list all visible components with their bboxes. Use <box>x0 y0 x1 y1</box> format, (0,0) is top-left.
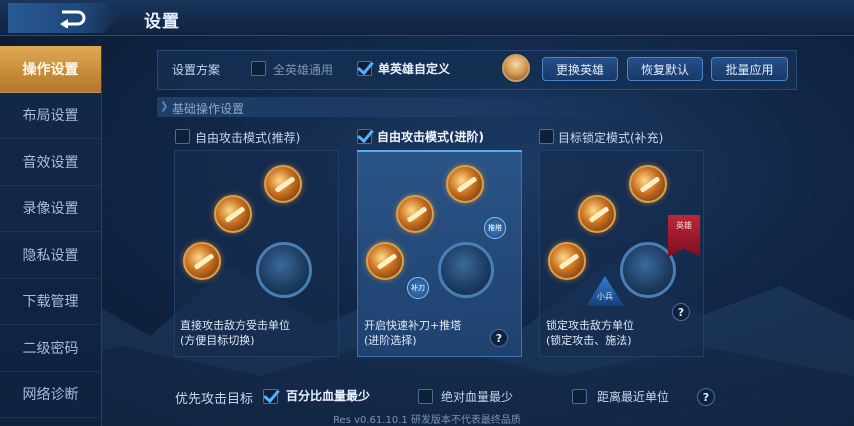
batch-apply-button[interactable]: 批量应用 <box>711 57 788 81</box>
sidebar-item-secondary-password[interactable]: 二级密码 <box>0 325 101 372</box>
all-heroes-label[interactable]: 全英雄通用 <box>273 61 333 78</box>
version-footer: Res v0.61.10.1 研发版本不代表最终品质 <box>333 415 521 426</box>
priority-nearest-label[interactable]: 距离最近单位 <box>597 388 669 405</box>
last-hit-icon: 补刀 <box>407 277 429 299</box>
sidebar-item-sound[interactable]: 音效设置 <box>0 139 101 186</box>
hero-avatar[interactable] <box>502 54 530 82</box>
card-2-desc-line1: 开启快速补刀+推塔 <box>364 319 462 332</box>
mode-free-recommended-checkbox[interactable] <box>175 129 190 144</box>
priority-absolute-hp-checkbox[interactable] <box>418 389 433 404</box>
mode-free-recommended-title[interactable]: 自由攻击模式(推荐) <box>195 129 300 146</box>
restore-default-button[interactable]: 恢复默认 <box>627 57 703 81</box>
sidebar-item-recording[interactable]: 录像设置 <box>0 186 101 232</box>
sidebar-item-downloads[interactable]: 下载管理 <box>0 279 101 325</box>
top-bar: 设置 <box>0 0 854 36</box>
card-1-desc-line1: 直接攻击敌方受击单位 <box>180 319 290 332</box>
chevron-right-icon: ❯ <box>160 101 169 112</box>
priority-percent-hp-label[interactable]: 百分比血量最少 <box>286 387 370 404</box>
priority-label: 优先攻击目标 <box>175 392 254 407</box>
priority-nearest-checkbox[interactable] <box>572 389 587 404</box>
mode-target-lock-checkbox[interactable] <box>539 129 554 144</box>
all-heroes-checkbox[interactable] <box>251 61 266 76</box>
sidebar: 操作设置 布局设置 音效设置 录像设置 隐私设置 下载管理 二级密码 网络诊断 <box>0 46 102 426</box>
basic-attack-icon <box>620 242 676 298</box>
basic-attack-icon <box>256 242 312 298</box>
single-hero-label[interactable]: 单英雄自定义 <box>378 60 450 77</box>
help-icon[interactable]: ? <box>672 303 690 321</box>
section-title: 基础操作设置 <box>172 102 245 116</box>
basic-attack-icon <box>438 242 494 298</box>
skill-2-icon <box>396 195 434 233</box>
back-button[interactable] <box>8 3 118 33</box>
card-2-desc-line2: (进阶选择) <box>364 334 417 347</box>
scheme-label: 设置方案 <box>172 63 221 77</box>
skill-1-icon <box>366 242 404 280</box>
mode-target-lock-title[interactable]: 目标锁定模式(补充) <box>558 129 663 146</box>
sidebar-item-controls[interactable]: 操作设置 <box>0 46 101 93</box>
mode-free-advanced-checkbox[interactable] <box>357 129 372 144</box>
change-hero-button[interactable]: 更换英雄 <box>542 57 618 81</box>
sidebar-item-privacy[interactable]: 隐私设置 <box>0 232 101 279</box>
back-arrow-icon <box>60 10 86 28</box>
sidebar-item-layout[interactable]: 布局设置 <box>0 93 101 139</box>
card-1-desc-line2: (方便目标切换) <box>180 334 255 347</box>
skill-3-icon <box>629 165 667 203</box>
skill-3-icon <box>264 165 302 203</box>
skill-2-icon <box>214 195 252 233</box>
card-3-desc-line1: 锁定攻击敌方单位 <box>546 319 634 332</box>
priority-percent-hp-checkbox[interactable] <box>263 389 278 404</box>
help-icon[interactable]: ? <box>490 329 508 347</box>
page-title: 设置 <box>144 12 180 32</box>
push-tower-icon: 推塔 <box>484 217 506 239</box>
skill-1-icon <box>183 242 221 280</box>
mode-free-advanced-title[interactable]: 自由攻击模式(进阶) <box>377 128 484 145</box>
section-header: ❯ 基础操作设置 <box>157 97 797 117</box>
skill-3-icon <box>446 165 484 203</box>
card-3-desc-line2: (锁定攻击、施法) <box>546 334 632 347</box>
skill-2-icon <box>578 195 616 233</box>
selected-indicator <box>357 150 522 152</box>
single-hero-checkbox[interactable] <box>357 61 372 76</box>
skill-1-icon <box>548 242 586 280</box>
help-icon[interactable]: ? <box>697 388 715 406</box>
priority-absolute-hp-label[interactable]: 绝对血量最少 <box>441 388 513 405</box>
